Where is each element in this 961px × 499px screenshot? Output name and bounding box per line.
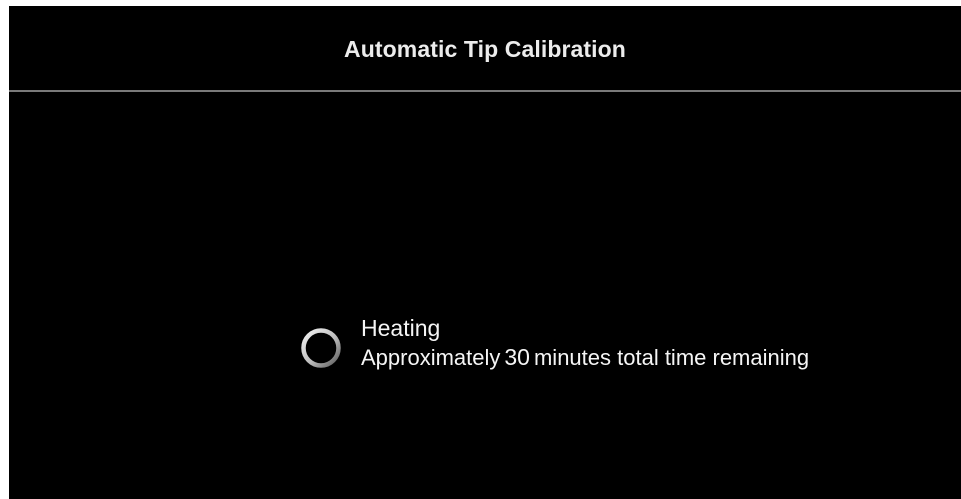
time-remaining-prefix: Approximately bbox=[361, 345, 501, 370]
status-text: Heating Approximately 30 minutes total tim… bbox=[361, 314, 809, 373]
status-title: Heating bbox=[361, 315, 441, 341]
time-remaining-minutes: 30 bbox=[504, 344, 530, 370]
time-remaining-text: Approximately 30 minutes total time remain… bbox=[361, 342, 809, 373]
page-title: Automatic Tip Calibration bbox=[344, 36, 626, 62]
time-remaining-suffix: minutes total time remaining bbox=[533, 345, 810, 370]
calibration-screen: Automatic Tip Calibration Heating Approx… bbox=[9, 6, 961, 499]
header-bar: Automatic Tip Calibration bbox=[9, 6, 961, 92]
loading-spinner-icon bbox=[301, 328, 341, 368]
